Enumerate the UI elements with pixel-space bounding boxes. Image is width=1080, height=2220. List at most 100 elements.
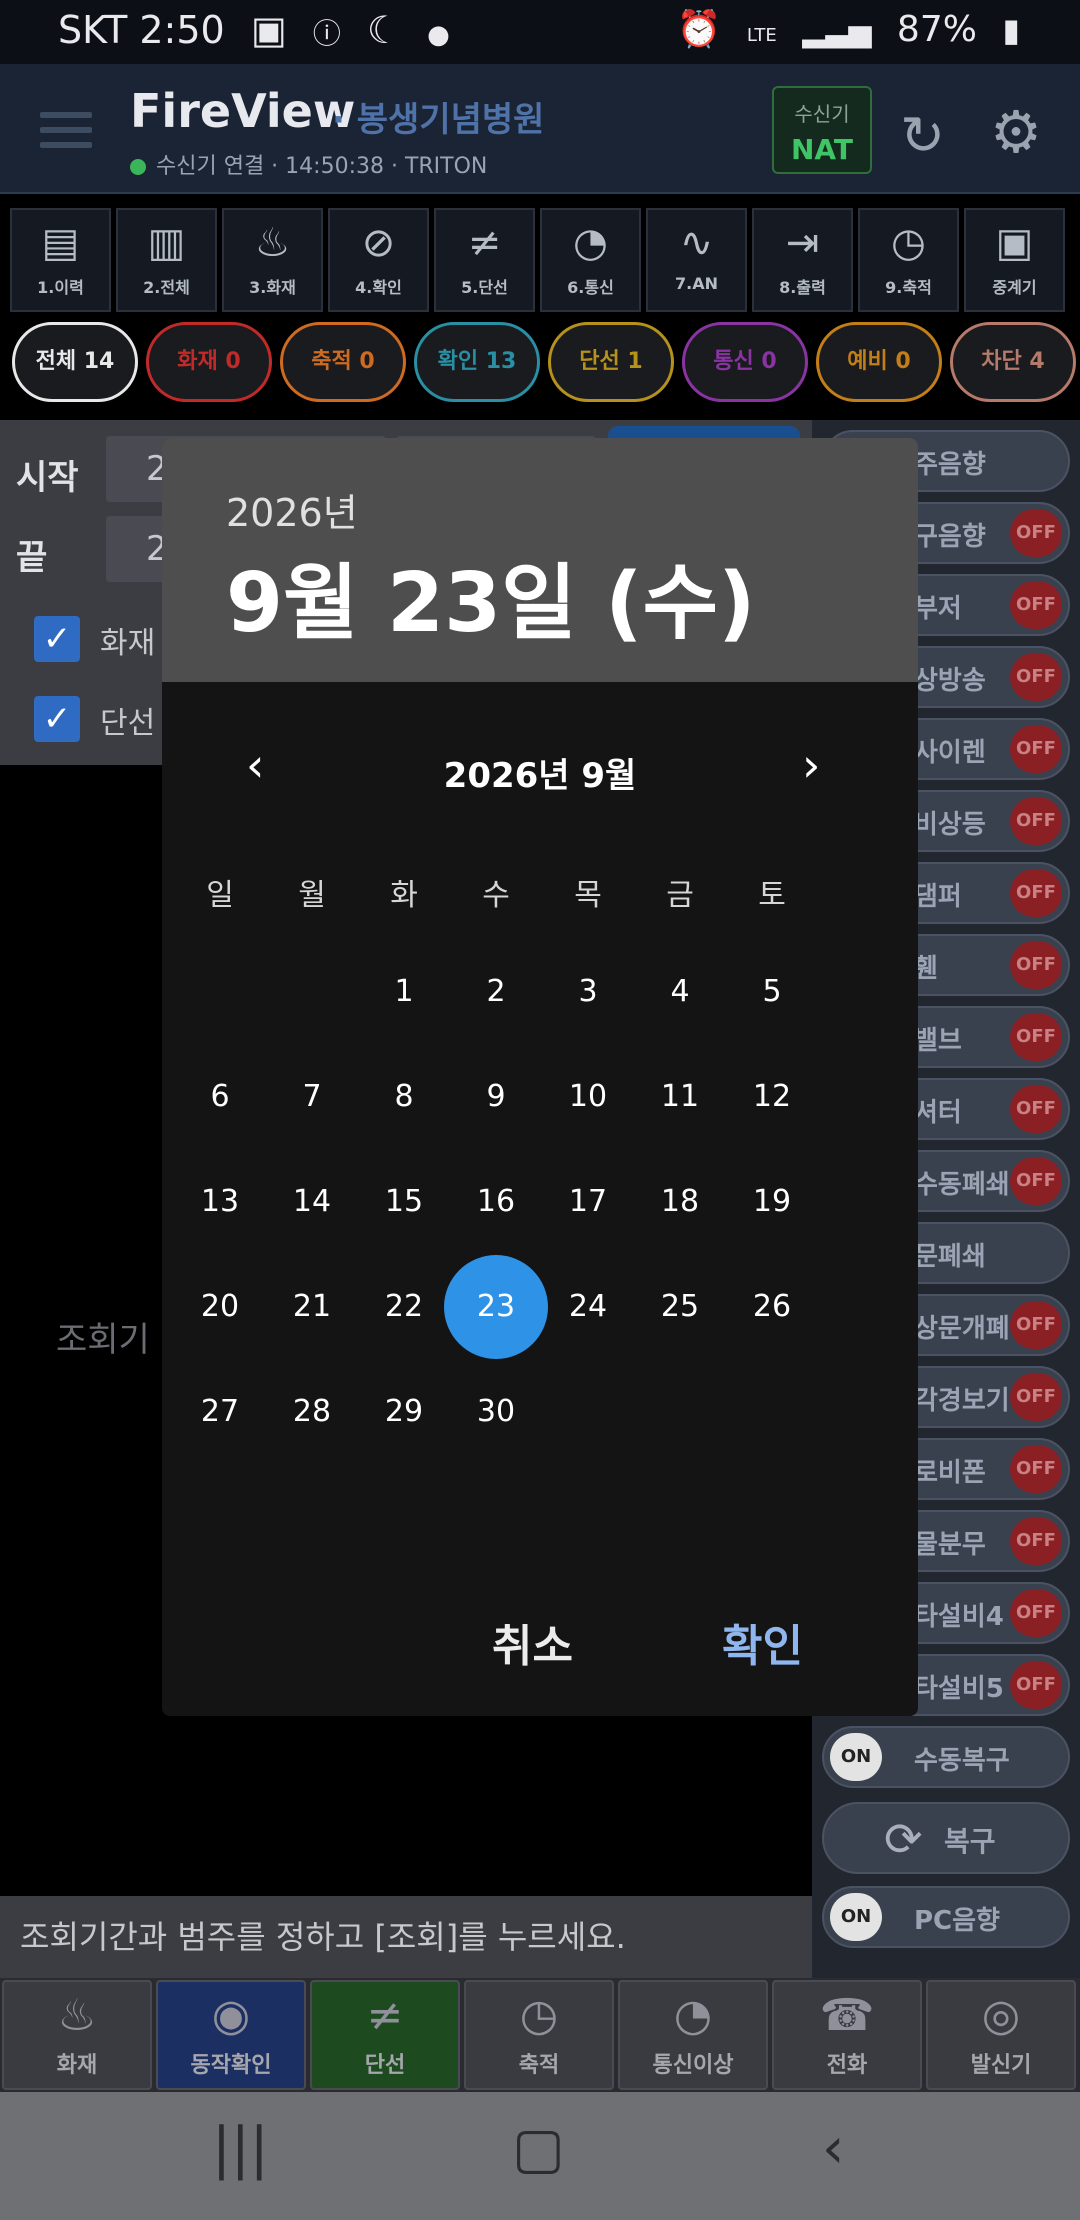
off-toggle[interactable]: OFF xyxy=(1010,1661,1062,1709)
calendar-day[interactable]: 27 xyxy=(168,1360,272,1464)
menu-icon[interactable] xyxy=(40,112,92,157)
cancel-button[interactable]: 취소 xyxy=(492,1610,573,1674)
off-toggle[interactable]: OFF xyxy=(1010,653,1062,701)
chip-confirm[interactable]: 확인 13 xyxy=(414,322,540,402)
calendar-day[interactable]: 1 xyxy=(352,940,456,1044)
calendar-day[interactable]: 22 xyxy=(352,1255,456,1359)
on-toggle[interactable]: ON xyxy=(830,1733,882,1781)
calendar-day-selected[interactable]: 23 xyxy=(444,1255,548,1359)
off-toggle[interactable]: OFF xyxy=(1010,581,1062,629)
off-toggle[interactable]: OFF xyxy=(1010,725,1062,773)
home-icon[interactable]: ▢ xyxy=(512,2116,565,2181)
calendar-day[interactable]: 20 xyxy=(168,1255,272,1359)
calendar-day[interactable]: 2 xyxy=(444,940,548,1044)
tool-an[interactable]: ∿ 7.AN xyxy=(646,208,747,312)
chip-fire[interactable]: 화재 0 xyxy=(146,322,272,402)
off-toggle[interactable]: OFF xyxy=(1010,1445,1062,1493)
tool-output[interactable]: ⇥ 8.출력 xyxy=(752,208,853,312)
calendar-day[interactable]: 30 xyxy=(444,1360,548,1464)
calendar-day[interactable]: 25 xyxy=(628,1255,732,1359)
calendar-day[interactable]: 6 xyxy=(168,1045,272,1149)
filter-chips: 전체 14 화재 0 축적 0 확인 13 단선 1 통신 0 예비 0 차단 … xyxy=(12,322,1078,406)
chip-all[interactable]: 전체 14 xyxy=(12,322,138,402)
control-pc-sound[interactable]: ON PC음향 xyxy=(822,1886,1070,1948)
refresh-icon[interactable]: ↻ xyxy=(900,104,945,167)
nav-fire[interactable]: ♨ 화재 xyxy=(2,1980,152,2090)
calendar-day[interactable]: 28 xyxy=(260,1360,364,1464)
tool-history[interactable]: ▤ 1.이력 xyxy=(10,208,111,312)
receiver-badge[interactable]: 수신기 NAT xyxy=(772,86,872,174)
tool-comm[interactable]: ◔ 6.통신 xyxy=(540,208,641,312)
chip-block[interactable]: 차단 4 xyxy=(950,322,1076,402)
off-toggle[interactable]: OFF xyxy=(1010,1301,1062,1349)
back-icon[interactable]: ‹ xyxy=(822,2116,844,2181)
tool-disconnect[interactable]: ≠ 5.단선 xyxy=(434,208,535,312)
tool-relay[interactable]: ▣ 중계기 xyxy=(964,208,1065,312)
calendar-day[interactable]: 12 xyxy=(720,1045,824,1149)
checkbox-disconnect[interactable]: ✓ xyxy=(34,696,80,742)
off-toggle[interactable]: OFF xyxy=(1010,1589,1062,1637)
calendar-day[interactable]: 11 xyxy=(628,1045,732,1149)
on-toggle[interactable]: ON xyxy=(830,1893,882,1941)
off-toggle[interactable]: OFF xyxy=(1010,1517,1062,1565)
calendar-day[interactable]: 21 xyxy=(260,1255,364,1359)
chip-disconnect[interactable]: 단선 1 xyxy=(548,322,674,402)
calendar-day[interactable]: 29 xyxy=(352,1360,456,1464)
checkbox-fire[interactable]: ✓ xyxy=(34,616,80,662)
chip-comm[interactable]: 통신 0 xyxy=(682,322,808,402)
chip-spare[interactable]: 예비 0 xyxy=(816,322,942,402)
ok-button[interactable]: 확인 xyxy=(722,1610,803,1674)
tool-accumulate[interactable]: ◷ 9.축적 xyxy=(858,208,959,312)
calendar-day[interactable]: 17 xyxy=(536,1150,640,1254)
calendar-day[interactable]: 16 xyxy=(444,1150,548,1254)
off-toggle[interactable]: OFF xyxy=(1010,1085,1062,1133)
off-toggle[interactable]: OFF xyxy=(1010,1373,1062,1421)
signal-icon: ▂▃▅ xyxy=(802,14,872,49)
gear-icon[interactable]: ⚙ xyxy=(990,98,1042,166)
recent-apps-icon[interactable]: ||| xyxy=(212,2116,269,2181)
bottom-nav: ♨ 화재 ◉ 동작확인 ≠ 단선 ◷ 축적 ◔ 통신이상 ☎ 전화 ◎ 발신기 xyxy=(0,1978,1080,2092)
tool-all[interactable]: ▥ 2.전체 xyxy=(116,208,217,312)
connection-dot-icon xyxy=(130,159,146,175)
calendar-day[interactable]: 4 xyxy=(628,940,732,1044)
off-toggle[interactable]: OFF xyxy=(1010,1157,1062,1205)
nav-phone[interactable]: ☎ 전화 xyxy=(772,1980,922,2090)
system-nav: ||| ▢ ‹ xyxy=(0,2092,1080,2220)
calendar-day[interactable]: 19 xyxy=(720,1150,824,1254)
nav-transmitter[interactable]: ◎ 발신기 xyxy=(926,1980,1076,2090)
calendar-day[interactable]: 26 xyxy=(720,1255,824,1359)
calendar-day[interactable]: 14 xyxy=(260,1150,364,1254)
nav-disconnect[interactable]: ≠ 단선 xyxy=(310,1980,460,2090)
nav-comm-error[interactable]: ◔ 통신이상 xyxy=(618,1980,768,2090)
control-manual-restore[interactable]: ON 수동복구 xyxy=(822,1726,1070,1788)
off-toggle[interactable]: OFF xyxy=(1010,509,1062,557)
tool-check[interactable]: ⊘ 4.확인 xyxy=(328,208,429,312)
date-picker-dialog: 2026년 9월 23일 (수) 2026년 9월 ‹ › 일월화수목금토 12… xyxy=(162,438,918,1716)
restore-button[interactable]: ⟳ 복구 xyxy=(822,1802,1070,1874)
checkbox-fire-label: 화재 xyxy=(100,626,156,661)
empty-hint: 조회기 xyxy=(56,1320,150,1360)
off-toggle[interactable]: OFF xyxy=(1010,797,1062,845)
tool-fire[interactable]: ♨ 3.화재 xyxy=(222,208,323,312)
calendar-day[interactable]: 7 xyxy=(260,1045,364,1149)
calendar-day[interactable]: 15 xyxy=(352,1150,456,1254)
calendar-day[interactable]: 8 xyxy=(352,1045,456,1149)
off-toggle[interactable]: OFF xyxy=(1010,869,1062,917)
calendar-day[interactable]: 13 xyxy=(168,1150,272,1254)
chip-accumulate[interactable]: 축적 0 xyxy=(280,322,406,402)
nav-accumulate[interactable]: ◷ 축적 xyxy=(464,1980,614,2090)
nav-operation-check[interactable]: ◉ 동작확인 xyxy=(156,1980,306,2090)
off-toggle[interactable]: OFF xyxy=(1010,941,1062,989)
chevron-left-icon[interactable]: ‹ xyxy=(246,738,264,792)
chevron-right-icon[interactable]: › xyxy=(802,738,820,792)
dialog-year[interactable]: 2026년 xyxy=(226,482,358,537)
calendar-day[interactable]: 24 xyxy=(536,1255,640,1359)
calendar-day[interactable]: 18 xyxy=(628,1150,732,1254)
broken-line-icon: ≠ xyxy=(366,1990,404,2041)
calendar-day[interactable]: 9 xyxy=(444,1045,548,1149)
calendar-day[interactable]: 3 xyxy=(536,940,640,1044)
calendar-day[interactable]: 5 xyxy=(720,940,824,1044)
weekday-label: 수 xyxy=(482,878,510,913)
off-toggle[interactable]: OFF xyxy=(1010,1013,1062,1061)
calendar-day[interactable]: 10 xyxy=(536,1045,640,1149)
